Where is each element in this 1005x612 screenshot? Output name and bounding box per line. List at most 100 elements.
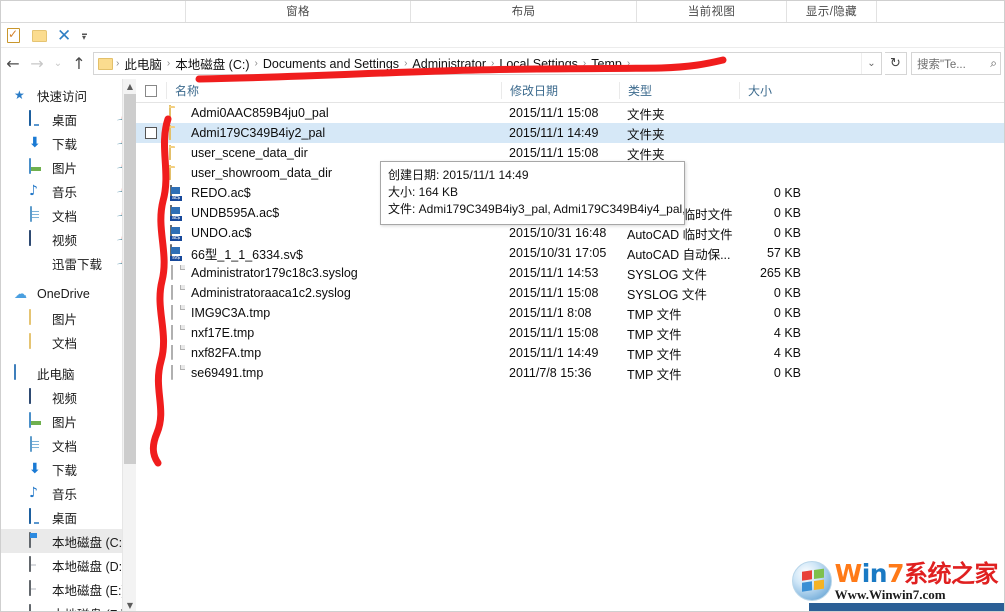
file-name-cell[interactable]: Administrator179c18c3.syslog (166, 265, 501, 281)
sidebar-item-local-disk-c[interactable]: 本地磁盘 (C:) (1, 529, 136, 553)
breadcrumb-item-this-pc[interactable]: 此电脑 (120, 54, 166, 73)
table-row[interactable]: Administratoraaca1c2.syslog 2015/11/1 15… (136, 283, 1005, 303)
column-header-name[interactable]: 名称 (166, 82, 501, 99)
breadcrumb-item-documents-and-settings[interactable]: Documents and Settings (259, 57, 403, 71)
file-name-cell[interactable]: nxf17E.tmp (166, 325, 501, 341)
scrollbar-thumb[interactable] (124, 94, 136, 464)
column-header-type[interactable]: ^ 类型 (619, 82, 739, 99)
sidebar-scrollbar[interactable]: ▲ ▼ (122, 79, 136, 612)
ribbon-group-panes[interactable]: 窗格 (186, 0, 411, 22)
download-icon: ⬇ (29, 135, 47, 151)
size-cell: 0 KB (739, 306, 811, 320)
breadcrumb-item-temp[interactable]: Temp (587, 57, 626, 71)
forward-button[interactable]: → (25, 52, 49, 76)
up-button[interactable]: ↑ (67, 52, 91, 76)
sidebar-item-downloads[interactable]: ⬇ 下载 📌 (1, 131, 136, 155)
infotip-files: 文件: Admi179C349B4iy3_pal, Admi179C349B4i… (388, 201, 677, 218)
file-name-label: UNDO.ac$ (191, 226, 251, 240)
scroll-up-icon[interactable]: ▲ (123, 79, 136, 94)
column-header-size[interactable]: 大小 (739, 82, 811, 99)
ribbon-group-strip: 窗格 布局 当前视图 显示/隐藏 (1, 1, 1005, 23)
sidebar-divider (1, 354, 136, 361)
sidebar-item-videos[interactable]: 视频 📌 (1, 227, 136, 251)
breadcrumb-item-local-settings[interactable]: Local Settings (495, 57, 582, 71)
file-name-cell[interactable]: IMG9C3A.tmp (166, 305, 501, 321)
breadcrumb-item-local-disk-c[interactable]: 本地磁盘 (C:) (171, 54, 253, 73)
ribbon-group-layout[interactable]: 布局 (411, 0, 637, 22)
sidebar-item-label: 本地磁盘 (F:) (52, 604, 130, 612)
select-all-checkbox[interactable] (136, 85, 166, 97)
properties-icon[interactable] (7, 28, 23, 44)
ribbon-group-5[interactable] (877, 0, 1005, 22)
delete-icon[interactable]: ✕ (57, 28, 73, 44)
sidebar-item-local-disk-e[interactable]: 本地磁盘 (E:) (1, 577, 136, 601)
sidebar-item-quick-access[interactable]: ★ 快速访问 (1, 83, 136, 107)
sidebar-item-onedrive[interactable]: ☁ OneDrive (1, 282, 136, 306)
file-name-cell[interactable]: user_scene_data_dir (166, 145, 501, 161)
table-row[interactable]: IMG9C3A.tmp 2015/11/1 8:08 TMP 文件 0 KB (136, 303, 1005, 323)
sidebar-item-music[interactable]: ♪ 音乐 📌 (1, 179, 136, 203)
sidebar-item-this-pc[interactable]: 此电脑 (1, 361, 136, 385)
refresh-button[interactable]: ↻ (885, 52, 907, 75)
breadcrumb[interactable]: › 此电脑 › 本地磁盘 (C:) › Documents and Settin… (93, 52, 882, 75)
table-row[interactable]: user_scene_data_dir 2015/11/1 15:08 文件夹 (136, 143, 1005, 163)
table-row[interactable]: nxf17E.tmp 2015/11/1 15:08 TMP 文件 4 KB (136, 323, 1005, 343)
date-modified-cell: 2015/10/31 17:05 (501, 246, 619, 260)
file-name-cell[interactable]: 66型_1_1_6334.sv$ (166, 244, 501, 263)
table-row[interactable]: nxf82FA.tmp 2015/11/1 14:49 TMP 文件 4 KB (136, 343, 1005, 363)
size-cell: 0 KB (739, 186, 811, 200)
sidebar-item-onedrive-pictures[interactable]: 图片 (1, 306, 136, 330)
generic-file-icon (169, 325, 185, 341)
search-input[interactable]: 搜索"Te... ⌕ (911, 52, 1001, 75)
file-name-cell[interactable]: se69491.tmp (166, 365, 501, 381)
sidebar-item-pc-pictures[interactable]: 图片 (1, 409, 136, 433)
new-folder-icon[interactable] (32, 28, 48, 44)
file-name-cell[interactable]: Admi0AAC859B4ju0_pal (166, 105, 501, 121)
generic-file-icon (169, 265, 185, 281)
ribbon-group-show-hide[interactable]: 显示/隐藏 (787, 0, 877, 22)
sidebar-item-pc-documents[interactable]: 文档 (1, 433, 136, 457)
chevron-down-icon[interactable]: ⌄ (861, 53, 881, 74)
table-row[interactable]: UNDO.ac$ 2015/10/31 16:48 AutoCAD 临时文件 0… (136, 223, 1005, 243)
sidebar-item-local-disk-d[interactable]: 本地磁盘 (D:) (1, 553, 136, 577)
ribbon-group-label: 显示/隐藏 (806, 3, 857, 19)
table-row[interactable]: Admi0AAC859B4ju0_pal 2015/11/1 15:08 文件夹 (136, 103, 1005, 123)
recent-locations-button[interactable]: ⌄ (49, 52, 67, 76)
sidebar-item-onedrive-documents[interactable]: 文档 (1, 330, 136, 354)
file-name-cell[interactable]: UNDO.ac$ (166, 225, 501, 241)
file-name-label: user_showroom_data_dir (191, 166, 332, 180)
file-name-cell[interactable]: Administratoraaca1c2.syslog (166, 285, 501, 301)
sidebar-item-pc-downloads[interactable]: ⬇ 下载 (1, 457, 136, 481)
sidebar-item-local-disk-f[interactable]: 本地磁盘 (F:) (1, 601, 136, 612)
sidebar-item-desktop[interactable]: 桌面 📌 (1, 107, 136, 131)
row-checkbox-cell[interactable] (136, 127, 166, 139)
sidebar-item-pc-videos[interactable]: 视频 (1, 385, 136, 409)
back-button[interactable]: ← (1, 52, 25, 76)
sidebar-item-documents[interactable]: 文档 📌 (1, 203, 136, 227)
table-row[interactable]: 66型_1_1_6334.sv$ 2015/10/31 17:05 AutoCA… (136, 243, 1005, 263)
scroll-down-icon[interactable]: ▼ (123, 598, 136, 612)
file-name-label: REDO.ac$ (191, 186, 251, 200)
sidebar-item-label: OneDrive (37, 287, 130, 301)
sidebar-item-pictures[interactable]: 图片 📌 (1, 155, 136, 179)
address-bar: ← → ⌄ ↑ › 此电脑 › 本地磁盘 (C:) › Documents an… (1, 49, 1005, 78)
sidebar-item-label: 下载 (52, 460, 130, 479)
sidebar-item-pc-desktop[interactable]: 桌面 (1, 505, 136, 529)
breadcrumb-item-administrator[interactable]: Administrator (408, 57, 490, 71)
column-header-date-modified[interactable]: 修改日期 (501, 82, 619, 99)
size-cell: 57 KB (739, 246, 811, 260)
autocad-file-icon (169, 225, 185, 241)
ribbon-group-0[interactable] (1, 0, 186, 22)
sidebar-item-thunder-download[interactable]: 迅雷下载 📌 (1, 251, 136, 275)
file-name-cell[interactable]: nxf82FA.tmp (166, 345, 501, 361)
sidebar-item-pc-music[interactable]: ♪ 音乐 (1, 481, 136, 505)
type-cell: AutoCAD 临时文件 (619, 224, 739, 243)
customize-toolbar-icon[interactable] (82, 28, 98, 44)
table-row[interactable]: Administrator179c18c3.syslog 2015/11/1 1… (136, 263, 1005, 283)
quick-access-toolbar: ✕ (1, 24, 1005, 48)
file-name-cell[interactable]: Admi179C349B4iy2_pal (166, 125, 501, 141)
table-row[interactable]: Admi179C349B4iy2_pal 2015/11/1 14:49 文件夹 (136, 123, 1005, 143)
search-icon[interactable]: ⌕ (990, 56, 997, 71)
table-row[interactable]: se69491.tmp 2011/7/8 15:36 TMP 文件 0 KB (136, 363, 1005, 383)
ribbon-group-current-view[interactable]: 当前视图 (637, 0, 787, 22)
